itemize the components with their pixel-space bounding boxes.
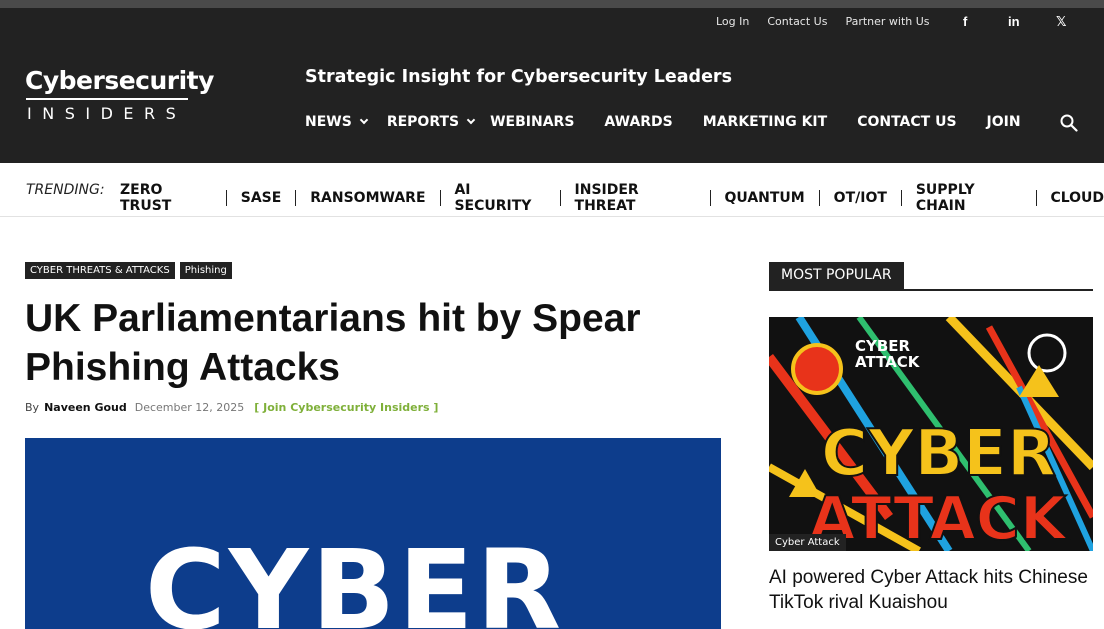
nav-join[interactable]: JOIN [987,114,1021,130]
trending-supply-chain[interactable]: SUPPLY CHAIN [916,182,1022,214]
trending-ot-iot[interactable]: OT/IOT [834,190,887,206]
trending-divider [295,190,297,206]
nav-marketing-kit-label: MARKETING KIT [702,114,828,130]
trending-ransomware[interactable]: RANSOMWARE [310,190,425,206]
site-tagline: Strategic Insight for Cybersecurity Lead… [305,67,732,87]
trending-ai-security[interactable]: AI SECURITY [454,182,545,214]
most-popular-label: MOST POPULAR [769,262,904,289]
chevron-down-icon [359,115,369,125]
byline-by: By [25,401,40,414]
contact-us-link[interactable]: Contact Us [767,15,827,28]
trending-divider [709,190,711,206]
trending-divider [225,190,227,206]
trending-divider [818,190,820,206]
thumb-category-badge[interactable]: Cyber Attack [769,534,846,551]
trending-quantum[interactable]: QUANTUM [724,190,804,206]
article-categories: CYBER THREATS & ATTACKS Phishing [25,262,232,279]
partner-link[interactable]: Partner with Us [845,15,929,28]
login-link[interactable]: Log In [716,15,749,28]
trending-sase[interactable]: SASE [241,190,282,206]
nav-contact-us-label: CONTACT US [857,114,957,130]
trending-divider [1035,190,1037,206]
main-nav: NEWS REPORTS WEBINARS AWARDS MARKETING K… [305,114,1021,130]
nav-reports[interactable]: REPORTS [386,114,476,130]
nav-news-label: NEWS [305,114,352,130]
linkedin-icon[interactable]: in [1008,14,1020,29]
nav-awards[interactable]: AWARDS [604,114,672,130]
most-popular-header: MOST POPULAR [769,262,1093,291]
site-header: Log In Contact Us Partner with Us f in 𝕏… [0,8,1104,163]
nav-webinars[interactable]: WEBINARS [490,114,574,130]
join-link[interactable]: [ Join Cybersecurity Insiders ] [254,401,438,414]
article-title: UK Parliamentarians hit by Spear Phishin… [25,297,641,389]
browser-top-strip [0,0,1104,8]
nav-marketing-kit[interactable]: MARKETING KIT [703,114,827,130]
trending-label: TRENDING: [26,182,105,198]
category-badge-cyber-threats[interactable]: CYBER THREATS & ATTACKS [25,262,175,279]
x-icon[interactable]: 𝕏 [1056,14,1066,30]
nav-join-label: JOIN [986,114,1021,130]
search-icon[interactable] [1060,114,1078,132]
trending-bar: TRENDING: ZERO TRUST SASE RANSOMWARE AI … [0,163,1104,217]
site-logo[interactable]: Cybersecurity [25,66,214,95]
nav-reports-label: REPORTS [386,114,460,130]
nav-contact-us[interactable]: CONTACT US [857,114,956,130]
chevron-down-icon [466,115,476,125]
cyber-attack-illustration: CYBER ATTACK CYBER ATTACK [769,317,1093,551]
trending-zero-trust[interactable]: ZERO TRUST [120,182,212,214]
trending-divider [900,190,902,206]
trending-divider [439,190,441,206]
logo-divider [26,98,188,100]
site-logo-subtitle[interactable]: INSIDERS [27,104,186,123]
facebook-icon[interactable]: f [963,14,967,29]
article-date: December 12, 2025 [134,401,245,414]
top-links: Log In Contact Us Partner with Us [716,15,948,28]
category-badge-phishing[interactable]: Phishing [179,262,232,279]
thumb-small-text-2: ATTACK [855,353,921,371]
article-hero-image: CYBER [25,438,721,629]
popular-post-title[interactable]: AI powered Cyber Attack hits Chinese Tik… [769,565,1099,615]
nav-webinars-label: WEBINARS [490,114,575,130]
trending-cloud[interactable]: CLOUD [1050,190,1104,206]
article-byline: By Naveen Goud December 12, 2025 [ Join … [25,401,438,414]
trending-divider [559,190,561,206]
hero-image-text: CYBER [145,526,565,629]
trending-list: ZERO TRUST SASE RANSOMWARE AI SECURITY I… [120,182,1104,214]
nav-awards-label: AWARDS [604,114,673,130]
nav-news[interactable]: NEWS [305,114,369,130]
popular-post-thumbnail[interactable]: CYBER ATTACK CYBER ATTACK Cyber Attack [769,317,1093,551]
thumb-big-text-2: ATTACK [809,484,1069,551]
thumb-big-text-1: CYBER [821,417,1056,491]
trending-insider-threat[interactable]: INSIDER THREAT [575,182,696,214]
author-link[interactable]: Naveen Goud [44,401,127,414]
